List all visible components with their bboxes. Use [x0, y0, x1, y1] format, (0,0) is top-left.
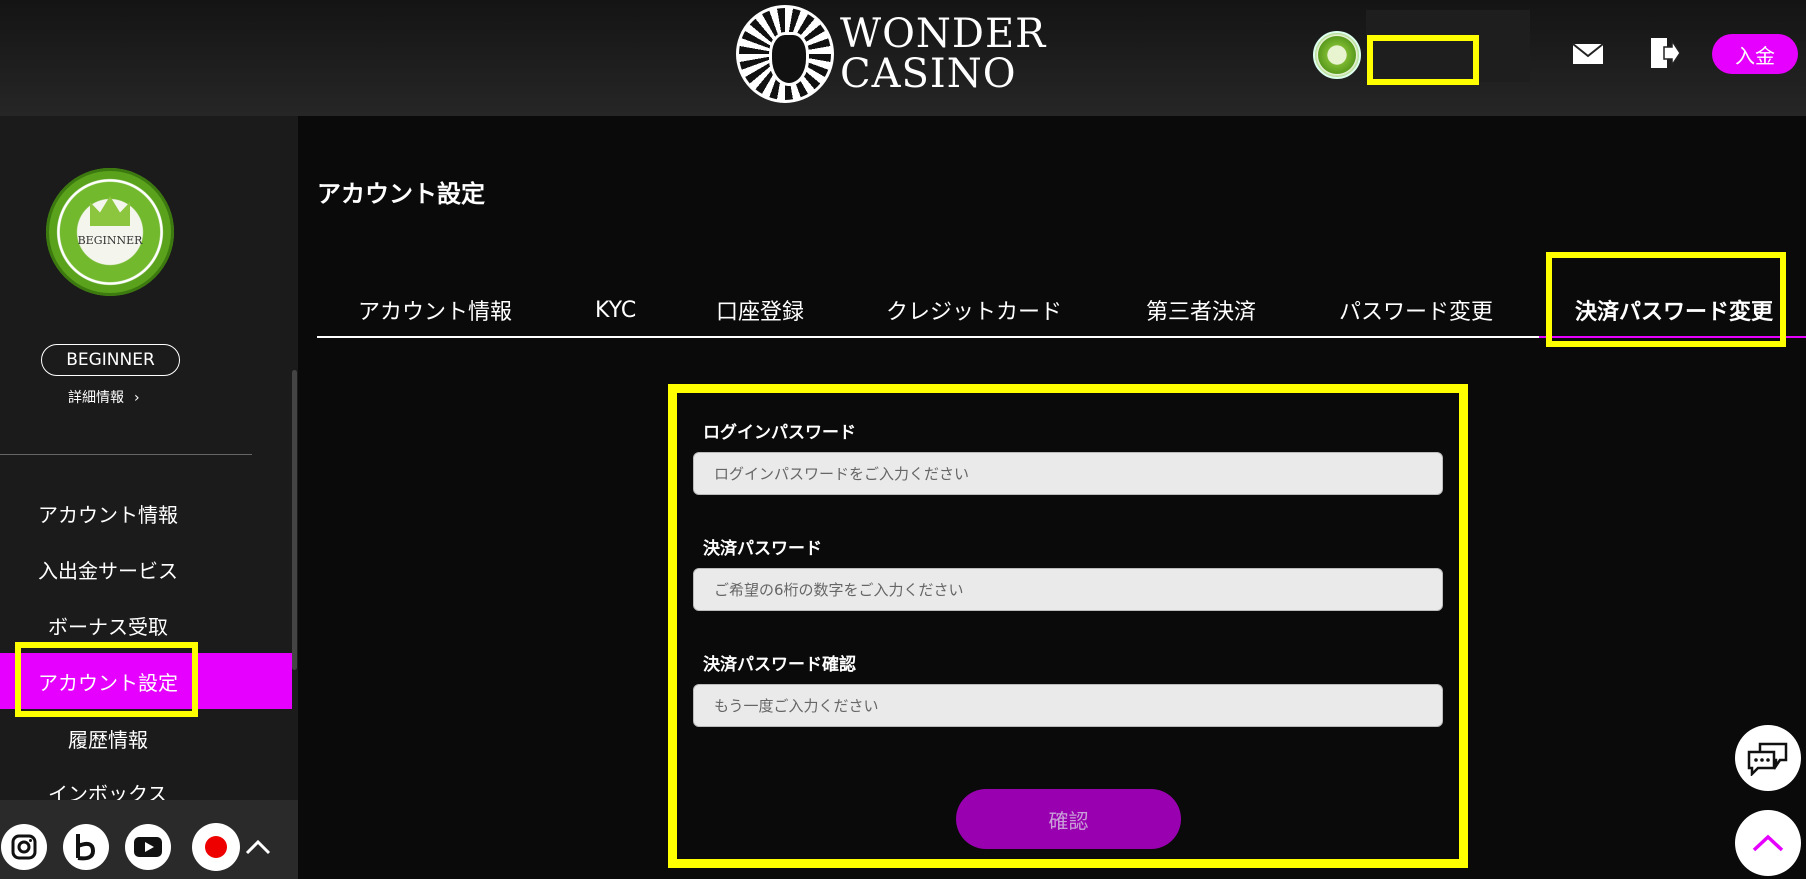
logo-mark-icon	[736, 5, 834, 103]
username-highlight	[1367, 35, 1479, 85]
tab-account-info[interactable]: アカウント情報	[358, 282, 512, 338]
sidebar-item-label: 履歴情報	[68, 727, 148, 752]
sidebar-highlight-box	[15, 642, 198, 717]
detail-info-label: 詳細情報	[68, 390, 124, 406]
detail-info-link[interactable]: 詳細情報 ›	[68, 387, 140, 407]
wonder-casino-logo[interactable]: WONDER CASINO	[736, 5, 1046, 103]
tab-kyc[interactable]: KYC	[595, 282, 636, 338]
login-password-input[interactable]: ログインパスワードをご入力ください	[693, 452, 1443, 495]
sidebar-item-label: ボーナス受取	[48, 614, 168, 639]
tabs-underline	[317, 336, 1539, 338]
page-title: アカウント設定	[317, 180, 485, 208]
scroll-top-icon[interactable]	[1735, 810, 1801, 876]
sidebar-item-account-info[interactable]: アカウント情報	[0, 489, 292, 537]
japan-flag-icon[interactable]	[192, 823, 240, 871]
confirm-button[interactable]: 確認	[956, 789, 1181, 849]
sidebar-item-label: アカウント情報	[38, 502, 178, 527]
rank-chip-text: BEGINNER	[77, 234, 143, 247]
tab-label: クレジットカード	[886, 300, 1063, 325]
instagram-icon[interactable]	[1, 824, 47, 870]
brand-line2: CASINO	[840, 51, 1017, 97]
youtube-icon[interactable]	[125, 824, 171, 870]
logout-icon[interactable]	[1650, 37, 1680, 69]
crown-icon	[90, 196, 130, 226]
tab-bank-registration[interactable]: 口座登録	[716, 282, 804, 338]
payment-password-confirm-label: 決済パスワード確認	[703, 655, 856, 675]
tab-label: 第三者決済	[1146, 300, 1257, 325]
mail-icon[interactable]	[1572, 43, 1604, 65]
tab-credit-card[interactable]: クレジットカード	[886, 282, 1062, 338]
deposit-button[interactable]: 入金	[1712, 34, 1798, 74]
b-icon[interactable]	[63, 824, 109, 870]
chevron-up-icon[interactable]	[244, 838, 272, 856]
beginner-rank-chip: BEGINNER	[46, 168, 174, 296]
sidebar-item-inbox[interactable]: インボックス	[0, 770, 292, 800]
chat-icon[interactable]	[1735, 725, 1801, 791]
brand-line1: WONDER	[840, 11, 1047, 57]
sidebar-item-label: インボックス	[48, 782, 168, 800]
user-rank-avatar[interactable]	[1313, 31, 1361, 79]
payment-password-confirm-input[interactable]: もう一度ご入力ください	[693, 684, 1443, 727]
sidebar-divider	[0, 454, 252, 455]
tab-highlight-box	[1546, 252, 1786, 347]
sidebar-item-deposit-withdraw[interactable]: 入出金サービス	[0, 545, 292, 593]
logo-text: WONDER CASINO	[840, 14, 1046, 94]
tab-third-party-payment[interactable]: 第三者決済	[1146, 282, 1256, 338]
tab-label: パスワード変更	[1339, 300, 1494, 325]
sidebar-item-label: 入出金サービス	[38, 558, 178, 583]
sidebar-item-history[interactable]: 履歴情報	[0, 714, 292, 762]
sidebar-scrollbar[interactable]	[292, 370, 297, 670]
rank-badge: BEGINNER	[41, 344, 180, 376]
header: WONDER CASINO 入金	[0, 0, 1806, 116]
chevron-right-icon: ›	[134, 390, 140, 406]
login-password-label: ログインパスワード	[703, 423, 856, 443]
tab-label: KYC	[595, 297, 637, 323]
payment-password-label: 決済パスワード	[703, 539, 822, 559]
tab-label: 口座登録	[716, 300, 805, 325]
tab-password-change[interactable]: パスワード変更	[1339, 282, 1493, 338]
payment-password-input[interactable]: ご希望の6桁の数字をご入力ください	[693, 568, 1443, 611]
tab-label: アカウント情報	[358, 300, 513, 325]
